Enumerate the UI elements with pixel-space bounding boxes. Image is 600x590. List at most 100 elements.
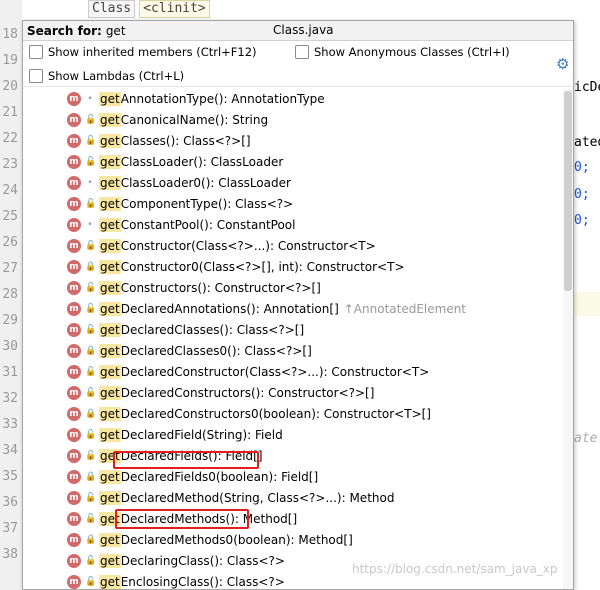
- member-signature: getDeclaredAnnotations(): Annotation[] ↑A…: [99, 301, 466, 318]
- member-rest: ConstantPool(): ConstantPool: [120, 218, 296, 232]
- unlock-icon: 🔓: [85, 241, 97, 251]
- member-rest: CanonicalName(): String: [120, 113, 269, 127]
- list-item[interactable]: m • getConstantPool(): ConstantPool: [23, 215, 563, 236]
- member-rest: Classes(): Class<?>[]: [120, 134, 251, 148]
- line-number: 18: [2, 27, 18, 42]
- method-icon: m: [67, 470, 81, 484]
- list-item[interactable]: m • getClassLoader0(): ClassLoader: [23, 173, 563, 194]
- unlock-icon: 🔓: [85, 283, 97, 293]
- match-highlight: get: [99, 176, 121, 190]
- member-signature: getClassLoader0(): ClassLoader: [99, 175, 291, 192]
- list-item[interactable]: m 🔓 getDeclaredMethod(String, Class<?>...)…: [23, 488, 563, 509]
- match-highlight: get: [99, 365, 121, 379]
- show-anonymous-checkbox[interactable]: [295, 45, 309, 59]
- file-structure-popup: Search for: get Class.java Show inherite…: [22, 20, 574, 590]
- member-signature: getEnclosingClass(): Class<?>: [99, 574, 285, 589]
- lock-icon: 🔒: [85, 346, 97, 356]
- member-signature: getDeclaredConstructors(): Constructor<?…: [99, 385, 374, 402]
- list-item[interactable]: m 🔓 getClassLoader(): ClassLoader: [23, 152, 563, 173]
- show-anonymous-option[interactable]: Show Anonymous Classes (Ctrl+I): [295, 45, 510, 59]
- method-icon: m: [67, 302, 81, 316]
- gear-icon[interactable]: ⚙: [556, 55, 569, 73]
- list-item[interactable]: m 🔒 getConstructor0(Class<?>[], int): Cons…: [23, 257, 563, 278]
- method-icon: m: [67, 365, 81, 379]
- list-item[interactable]: m 🔓 getConstructors(): Constructor<?>[]: [23, 278, 563, 299]
- search-input[interactable]: get: [102, 24, 126, 38]
- match-highlight: get: [99, 134, 121, 148]
- list-item[interactable]: m 🔒 getDeclaredClasses0(): Class<?>[]: [23, 341, 563, 362]
- list-item[interactable]: m 🔒 getDeclaredConstructors0(boolean): Con…: [23, 404, 563, 425]
- popup-options: Show inherited members (Ctrl+F12) Show A…: [23, 41, 573, 87]
- breadcrumb-class[interactable]: Class: [88, 0, 136, 18]
- lock-icon: 🔒: [85, 535, 97, 545]
- member-rest: Constructor(Class<?>...): Constructor<T>: [120, 239, 376, 253]
- method-icon: m: [67, 575, 81, 589]
- list-item[interactable]: m 🔓 getDeclaredClasses(): Class<?>[]: [23, 320, 563, 341]
- unlock-icon: 🔓: [85, 430, 97, 440]
- line-number: 29: [2, 313, 18, 328]
- watermark: https://blog.csdn.net/sam_java_xp: [352, 562, 558, 576]
- show-lambdas-option[interactable]: Show Lambdas (Ctrl+L): [29, 69, 184, 83]
- line-number: 31: [2, 365, 18, 380]
- member-rest: DeclaredFields0(boolean): Field[]: [120, 470, 319, 484]
- match-highlight: get: [99, 470, 121, 484]
- method-icon: m: [67, 428, 81, 442]
- member-signature: getConstructors(): Constructor<?>[]: [99, 280, 321, 297]
- list-item[interactable]: m 🔓 getDeclaredAnnotations(): Annotation[]…: [23, 299, 563, 320]
- list-item[interactable]: m 🔓 getComponentType(): Class<?>: [23, 194, 563, 215]
- list-item[interactable]: m 🔓 getCanonicalName(): String: [23, 110, 563, 131]
- member-rest: DeclaredConstructors(): Constructor<?>[]: [120, 386, 375, 400]
- match-highlight: get: [99, 533, 121, 547]
- show-inherited-option[interactable]: Show inherited members (Ctrl+F12): [29, 45, 257, 59]
- code-fragment: 0;: [574, 160, 590, 175]
- show-inherited-checkbox[interactable]: [29, 45, 43, 59]
- method-icon: m: [67, 239, 81, 253]
- method-icon: m: [67, 512, 81, 526]
- list-item[interactable]: m 🔓 getDeclaredFields(): Field[]: [23, 446, 563, 467]
- list-item[interactable]: m 🔓 getDeclaredMethods(): Method[]: [23, 509, 563, 530]
- list-item[interactable]: m 🔓 getDeclaredField(String): Field: [23, 425, 563, 446]
- member-signature: getDeclaredClasses(): Class<?>[]: [99, 322, 304, 339]
- method-icon: m: [67, 113, 81, 127]
- member-rest: ComponentType(): Class<?>: [120, 197, 294, 211]
- code-fragment: ated: [574, 135, 600, 150]
- inherited-from-label: ↑AnnotatedElement: [343, 302, 467, 316]
- line-number: 38: [2, 547, 18, 562]
- list-item[interactable]: m 🔓 getClasses(): Class<?>[]: [23, 131, 563, 152]
- line-number: 22: [2, 131, 18, 146]
- match-highlight: get: [99, 239, 121, 253]
- scrollbar-thumb[interactable]: [564, 91, 572, 291]
- match-highlight: get: [99, 386, 121, 400]
- line-number: 20: [2, 79, 18, 94]
- unlock-icon: 🔓: [85, 367, 97, 377]
- unlock-icon: 🔓: [85, 451, 97, 461]
- match-highlight: get: [99, 554, 121, 568]
- show-inherited-label: Show inherited members (Ctrl+F12): [48, 45, 257, 59]
- unlock-icon: 🔓: [85, 556, 97, 566]
- match-highlight: get: [99, 155, 121, 169]
- list-item[interactable]: m 🔒 getDeclaredMethods0(boolean): Method[]: [23, 530, 563, 551]
- list-item[interactable]: m 🔓 getDeclaredConstructor(Class<?>...): C…: [23, 362, 563, 383]
- list-item[interactable]: m 🔓 getDeclaredConstructors(): Constructor…: [23, 383, 563, 404]
- annotation-box-declared-fields: [113, 451, 259, 469]
- member-signature: getDeclaredMethods0(boolean): Method[]: [99, 532, 353, 549]
- popup-title: Class.java: [273, 23, 334, 37]
- match-highlight: get: [99, 428, 121, 442]
- unlock-icon: 🔓: [85, 577, 97, 587]
- member-signature: getConstantPool(): ConstantPool: [99, 217, 296, 234]
- breadcrumb-clinit[interactable]: <clinit>: [139, 0, 210, 18]
- line-number: 28: [2, 287, 18, 302]
- method-icon: m: [67, 323, 81, 337]
- member-signature: getClassLoader(): ClassLoader: [99, 154, 283, 171]
- method-icon: m: [67, 449, 81, 463]
- method-icon: m: [67, 197, 81, 211]
- match-highlight: get: [99, 260, 121, 274]
- list-item[interactable]: m • getAnnotationType(): AnnotationType: [23, 89, 563, 110]
- list-item[interactable]: m 🔒 getDeclaredFields0(boolean): Field[]: [23, 467, 563, 488]
- show-lambdas-checkbox[interactable]: [29, 69, 43, 83]
- show-anonymous-label: Show Anonymous Classes (Ctrl+I): [314, 45, 510, 59]
- list-item[interactable]: m 🔓 getConstructor(Class<?>...): Construct…: [23, 236, 563, 257]
- line-number: 36: [2, 495, 18, 510]
- match-highlight: get: [99, 197, 121, 211]
- member-signature: getDeclaredConstructors0(boolean): Const…: [99, 406, 431, 423]
